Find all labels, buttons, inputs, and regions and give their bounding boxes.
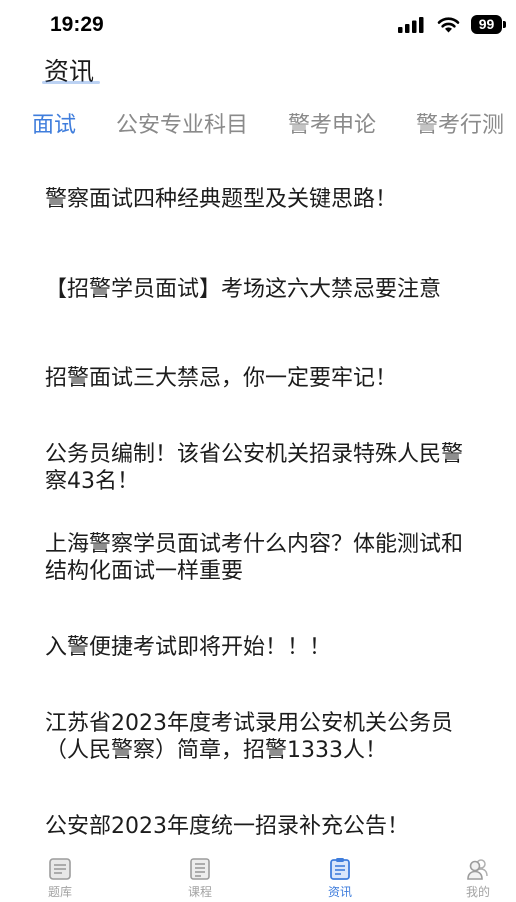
article-title: 公务员编制！该省公安机关招录特殊人民警察43名！ [45, 442, 464, 495]
article-item[interactable]: 入警便捷考试即将开始！！！ [0, 603, 516, 693]
article-item[interactable]: 上海警察学员面试考什么内容？体能测试和结构化面试一样重要 [0, 513, 516, 603]
category-tabs: 面试 公安专业科目 警考申论 警考行测 [32, 111, 516, 141]
article-item[interactable]: 【招警学员面试】考场这六大禁忌要注意 [0, 245, 516, 335]
nav-item-question-bank[interactable]: 题库 [22, 850, 98, 902]
article-title: 公安部2023年度统一招录补充公告！ [45, 813, 409, 839]
wifi-icon [437, 16, 460, 33]
title-underline [42, 81, 100, 84]
bottom-nav: 题库 课程 资讯 我的 [0, 850, 516, 902]
nav-label: 题库 [47, 885, 72, 899]
tab-police-essay[interactable]: 警考申论 [288, 111, 376, 141]
course-icon [187, 856, 213, 882]
article-title: 【招警学员面试】考场这六大禁忌要注意 [45, 276, 442, 302]
article-item[interactable]: 招警面试三大禁忌，你一定要牢记！ [0, 334, 516, 424]
article-list: 警察面试四种经典题型及关键思路！ 【招警学员面试】考场这六大禁忌要注意 招警面试… [0, 155, 516, 871]
article-item[interactable]: 江苏省2023年度考试录用公安机关公务员（人民警察）简章，招警1333人！ [0, 692, 516, 782]
article-title: 入警便捷考试即将开始！！！ [45, 634, 332, 660]
nav-item-courses[interactable]: 课程 [162, 850, 238, 902]
article-title: 上海警察学员面试考什么内容？体能测试和结构化面试一样重要 [45, 531, 464, 584]
status-bar: 19:29 99 [0, 0, 516, 44]
cellular-signal-icon [398, 17, 424, 33]
profile-icon [465, 856, 491, 882]
article-item[interactable]: 公务员编制！该省公安机关招录特殊人民警察43名！ [0, 424, 516, 514]
status-time: 19:29 [50, 13, 104, 36]
article-item[interactable]: 警察面试四种经典题型及关键思路！ [0, 155, 516, 245]
article-title: 江苏省2023年度考试录用公安机关公务员（人民警察）简章，招警1333人！ [45, 710, 453, 763]
nav-item-news[interactable]: 资讯 [302, 850, 378, 902]
nav-item-profile[interactable]: 我的 [440, 850, 516, 902]
article-title: 招警面试三大禁忌，你一定要牢记！ [45, 366, 398, 392]
battery-level: 99 [478, 16, 495, 32]
nav-label: 我的 [465, 885, 490, 899]
tab-interview[interactable]: 面试 [32, 111, 76, 141]
article-title: 警察面试四种经典题型及关键思路！ [45, 187, 398, 213]
question-bank-icon [47, 856, 73, 882]
battery-icon: 99 [471, 15, 506, 34]
nav-label: 资讯 [327, 885, 352, 899]
nav-label: 课程 [187, 885, 212, 899]
tab-police-major-subjects[interactable]: 公安专业科目 [116, 111, 248, 141]
news-icon [327, 856, 353, 882]
tab-police-aptitude-test[interactable]: 警考行测 [416, 111, 504, 141]
